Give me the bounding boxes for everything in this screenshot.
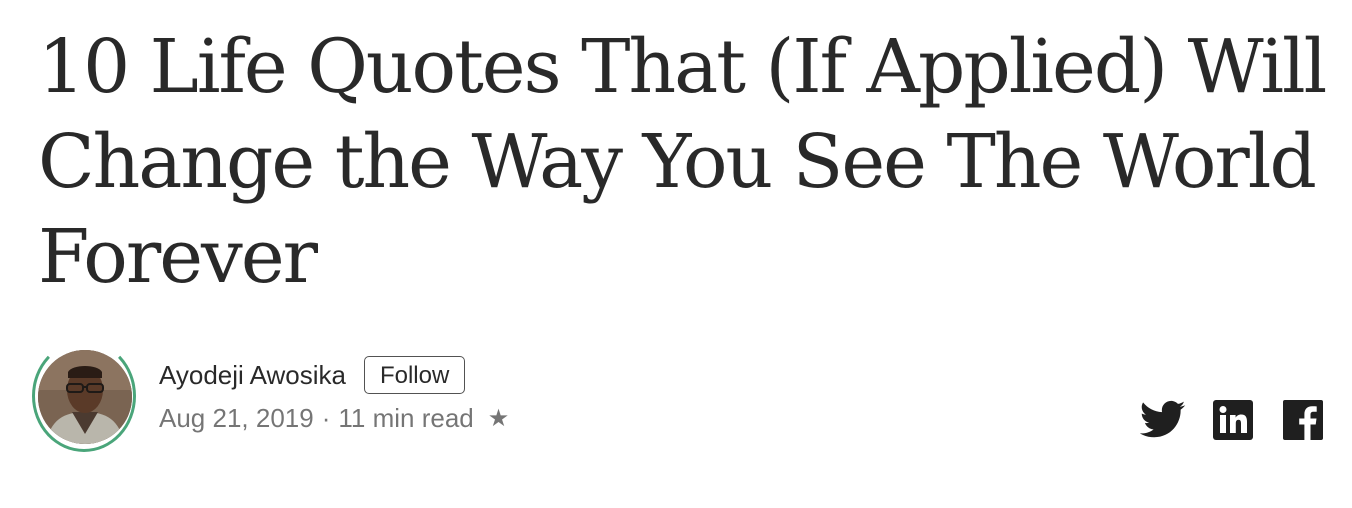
share-facebook-button[interactable] [1283, 400, 1323, 440]
author-name-link[interactable]: Ayodeji Awosika [159, 360, 346, 391]
avatar[interactable] [38, 350, 132, 444]
avatar-photo [38, 350, 132, 444]
share-linkedin-button[interactable] [1213, 400, 1253, 440]
facebook-icon [1283, 400, 1323, 440]
linkedin-icon [1213, 400, 1253, 440]
publish-date[interactable]: Aug 21, 2019 [159, 403, 314, 434]
article-meta: Aug 21, 2019 · 11 min read ★ [159, 400, 509, 436]
meta-separator: · [321, 402, 331, 433]
article-title: 10 Life Quotes That (If Applied) Will Ch… [38, 24, 1327, 300]
share-twitter-button[interactable] [1140, 400, 1186, 440]
article-header: 10 Life Quotes That (If Applied) Will Ch… [0, 0, 1352, 508]
read-time: 11 min read [338, 402, 474, 433]
byline: Ayodeji Awosika Follow Aug 21, 2019 · 11… [32, 340, 1332, 458]
twitter-icon [1140, 400, 1186, 438]
author-row: Ayodeji Awosika Follow [159, 354, 466, 396]
star-icon: ★ [487, 404, 510, 432]
follow-button[interactable]: Follow [363, 356, 466, 394]
